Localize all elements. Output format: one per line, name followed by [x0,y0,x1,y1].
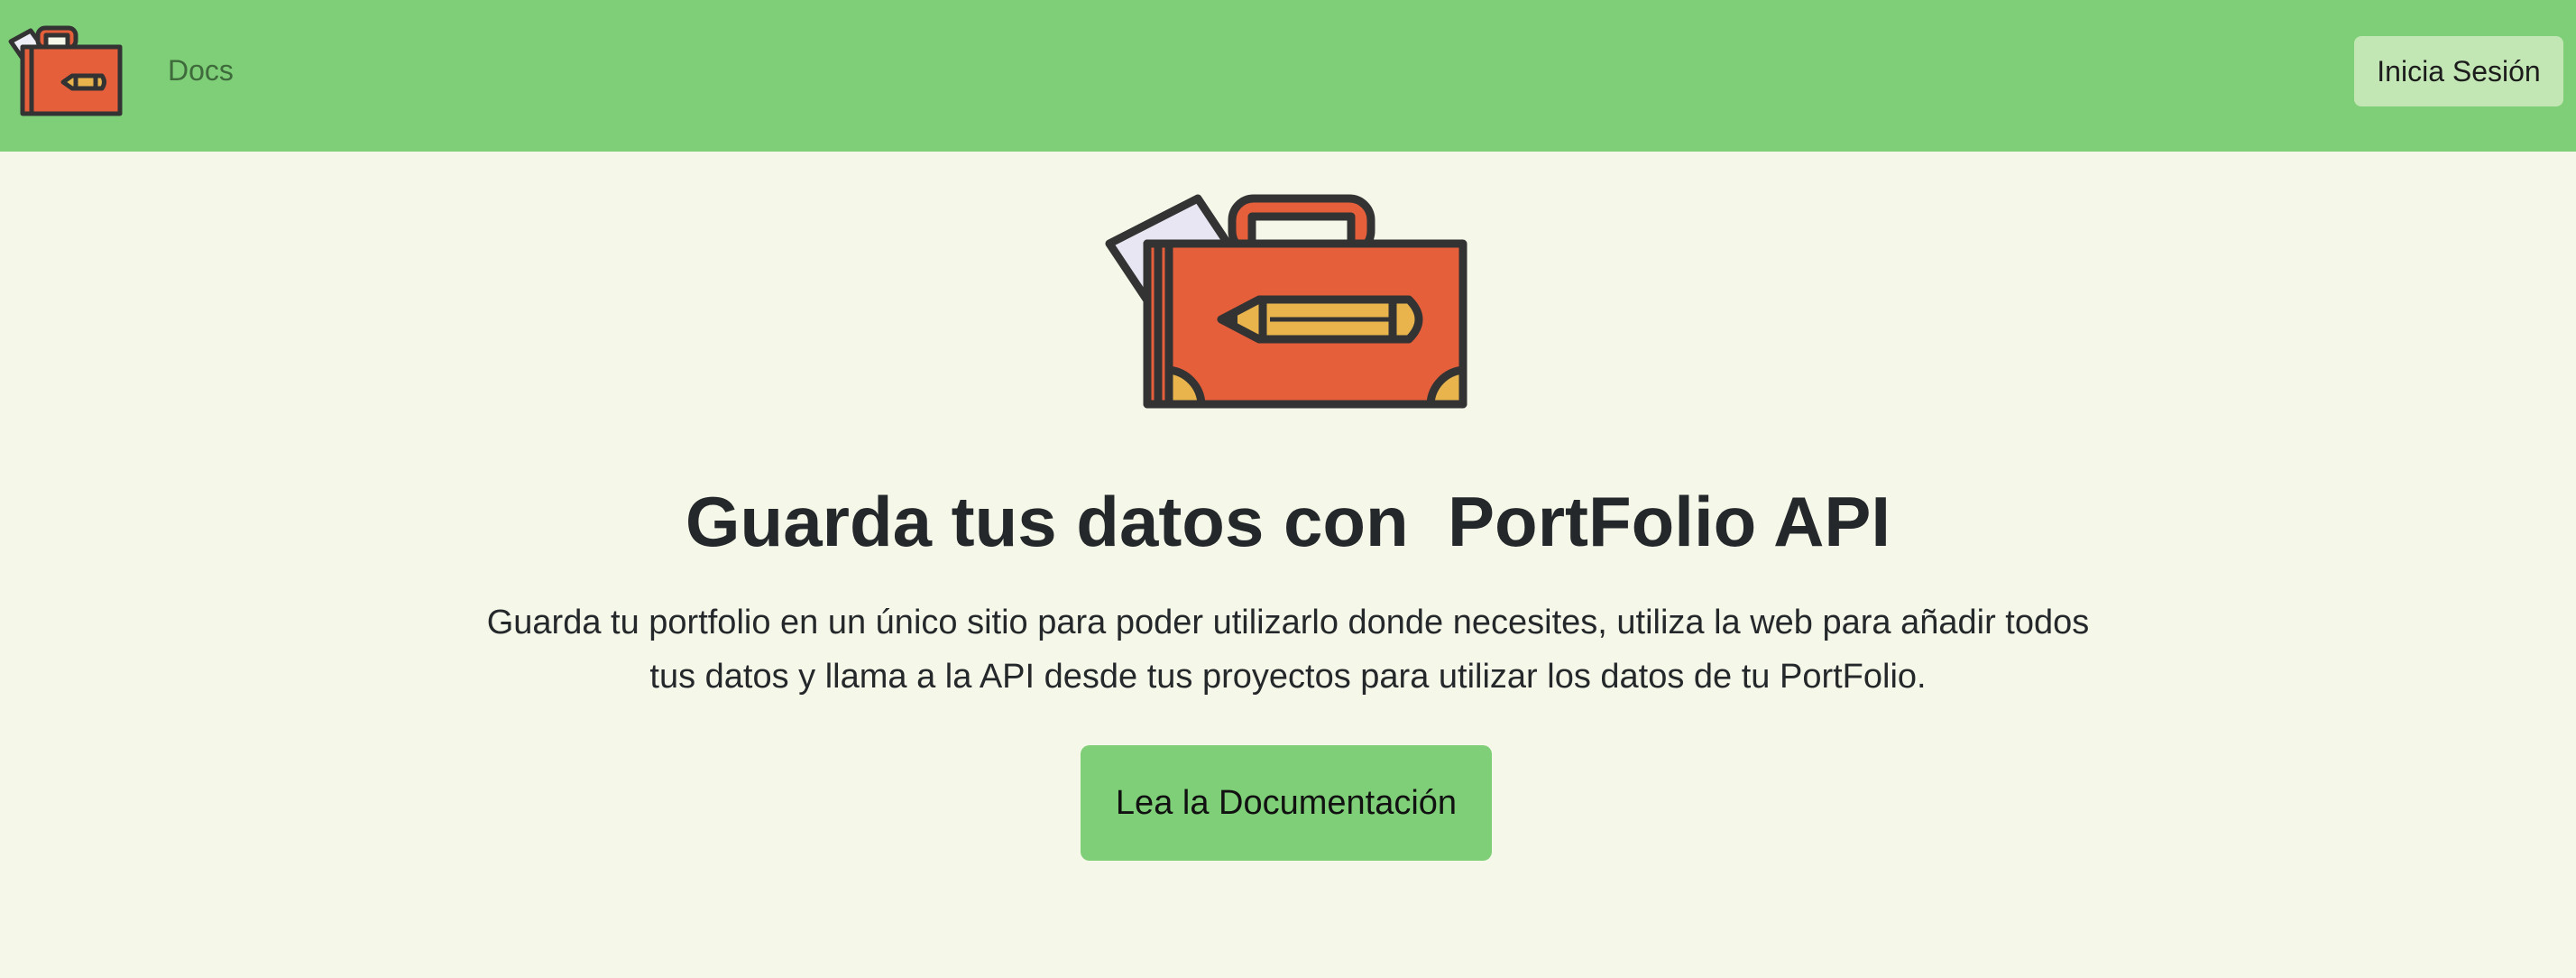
hero-description: Guarda tu portfolio en un único sitio pa… [486,604,2090,696]
briefcase-pencil-icon[interactable] [7,25,126,117]
briefcase-pencil-icon [1105,194,1467,409]
login-button[interactable]: Inicia Sesión [2354,36,2563,106]
hero-title: Guarda tus datos con PortFolio API [685,482,1891,561]
read-docs-button[interactable]: Lea la Documentación [1081,745,1492,861]
docs-link[interactable]: Docs [168,52,234,88]
navbar: Docs Inicia Sesión [0,0,2576,152]
